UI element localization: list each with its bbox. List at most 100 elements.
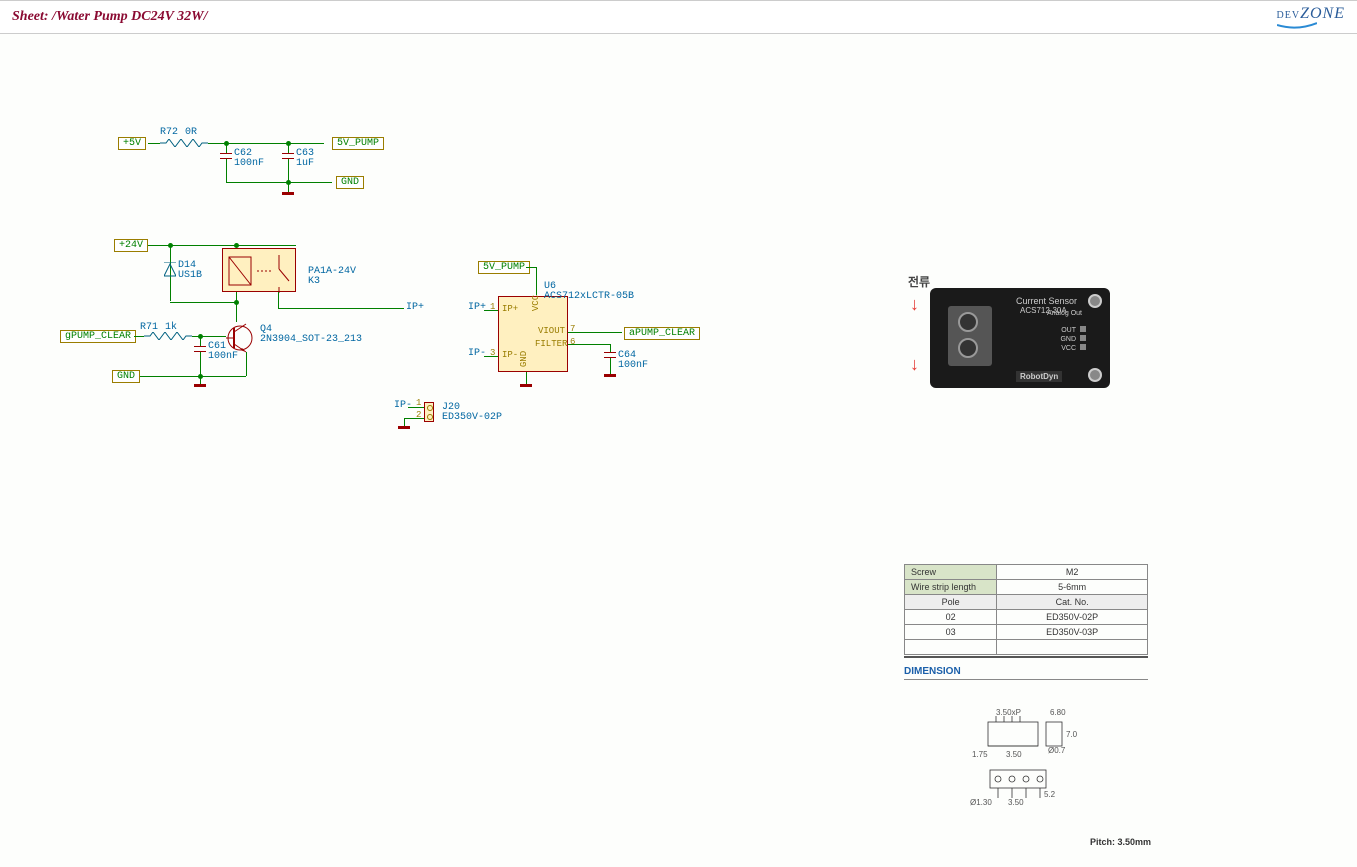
cap-plate-icon [194,346,206,347]
cap-plate-icon [604,352,616,353]
dim-a: 3.50xP [996,708,1021,717]
val-c64: 100nF [618,360,648,371]
dim-d2: 3.50 [1008,798,1024,807]
pin-6: 6 [570,337,575,347]
dim-f: Ø1.30 [970,798,992,807]
power-label-5v: +5V [118,137,146,150]
wire [148,143,160,144]
schematic-canvas[interactable]: +5V R72 0R 5V_PUMP C62 100nF C63 1uF GND… [0,34,1357,867]
dim-h: 5.2 [1044,790,1055,799]
val-j20: ED350V-02P [442,412,502,423]
pin-ipminus: IP- [502,350,518,360]
table-cell: Screw [905,565,997,580]
ref-r71: R71 [140,322,158,333]
pin-header-icon [1080,335,1086,341]
val-r72: 0R [185,127,197,138]
wire [484,310,498,311]
relay-k3 [222,248,296,292]
power-label-gnd-mid: GND [112,370,140,383]
ref-r72: R72 [160,127,178,138]
wire [226,159,227,182]
table-cell [905,640,997,655]
current-sensor-module: Current Sensor ACS712-30A Analog Out OUT… [930,288,1110,388]
wire [138,376,246,377]
devzone-logo: DEVZONE [1277,5,1345,29]
power-label-5v-pump-chip: 5V_PUMP [478,261,530,274]
gnd-icon [282,192,294,195]
wire [200,352,201,376]
wire [610,358,611,374]
table-cell: Cat. No. [997,595,1148,610]
table-cell: 03 [905,625,997,640]
resistor-r71 [144,332,192,343]
power-label-gnd: GND [336,176,364,189]
pin-j20-1: 1 [416,398,421,408]
wire [200,336,201,346]
sensor-analog: Analog Out [1047,310,1082,317]
net-ipminus-conn: IP- [394,400,412,411]
net-ipplus-chip: IP+ [468,302,486,313]
sensor-brand: RobotDyn [1016,371,1062,382]
power-label-24v: +24V [114,239,148,252]
label-korean-current: 전류 [908,273,930,290]
table-cell: Pole [905,595,997,610]
wire [278,308,404,309]
dim-e: Ø0.7 [1048,746,1065,755]
wire [610,344,611,352]
wire [568,332,622,333]
logo-swoosh-icon [1277,21,1317,29]
table-cell [997,640,1148,655]
gnd-icon [194,384,206,387]
table-cell: ED350V-02P [997,610,1148,625]
dim-d: 3.50 [1006,750,1022,759]
pin-gnd: GND [519,351,529,367]
pin-vcc: VCC [531,295,541,311]
wire [236,302,237,322]
wire [278,292,279,308]
pin-header-icon [1080,344,1086,350]
table-cell: M2 [997,565,1148,580]
cap-plate-icon [282,153,294,154]
wire [170,302,236,303]
sensor-title: Current Sensor [1016,296,1077,306]
cap-plate-icon [220,153,232,154]
screw-hole-icon [1088,294,1102,308]
table-cell: ED350V-03P [997,625,1148,640]
pin-header-icon [1080,326,1086,332]
dim-c: 1.75 [972,750,988,759]
wire [526,372,527,384]
wire [526,267,536,268]
table-cell: Wire strip length [905,580,997,595]
sheet-title: Sheet: /Water Pump DC24V 32W/ [12,9,208,25]
screw-hole-icon [1088,368,1102,382]
gnd-icon [398,426,410,429]
dimension-heading: DIMENSION [904,666,1148,680]
gnd-icon [604,374,616,377]
val-c61: 100nF [208,351,238,362]
wire [484,356,498,357]
wire [200,376,201,384]
wire [288,159,289,182]
wire [404,418,424,419]
dim-g: 7.0 [1066,730,1077,739]
pin-ipplus: IP+ [502,304,518,314]
val-c62: 100nF [234,158,264,169]
pin-filter: FILTER [535,339,567,349]
dim-b: 6.80 [1050,708,1066,717]
sensor-pin-out: OUT [1061,326,1076,335]
wire [288,143,289,153]
wire [226,143,227,153]
net-gpump: gPUMP_CLEAR [60,330,136,343]
val-q4: 2N3904_SOT-23_213 [260,334,362,345]
screw-terminal-icon [948,306,992,366]
net-ip-plus-out: IP+ [406,302,424,313]
power-label-5v-pump: 5V_PUMP [332,137,384,150]
val-k3: K3 [308,276,320,287]
resistor-r72 [160,139,208,150]
net-ipminus-chip: IP- [468,348,486,359]
sensor-pin-vcc: VCC [1061,344,1076,353]
wire [568,344,610,345]
arrow-red-icon: ↓ [910,294,919,315]
wire [226,182,332,183]
arrow-red-icon: ↓ [910,354,919,375]
